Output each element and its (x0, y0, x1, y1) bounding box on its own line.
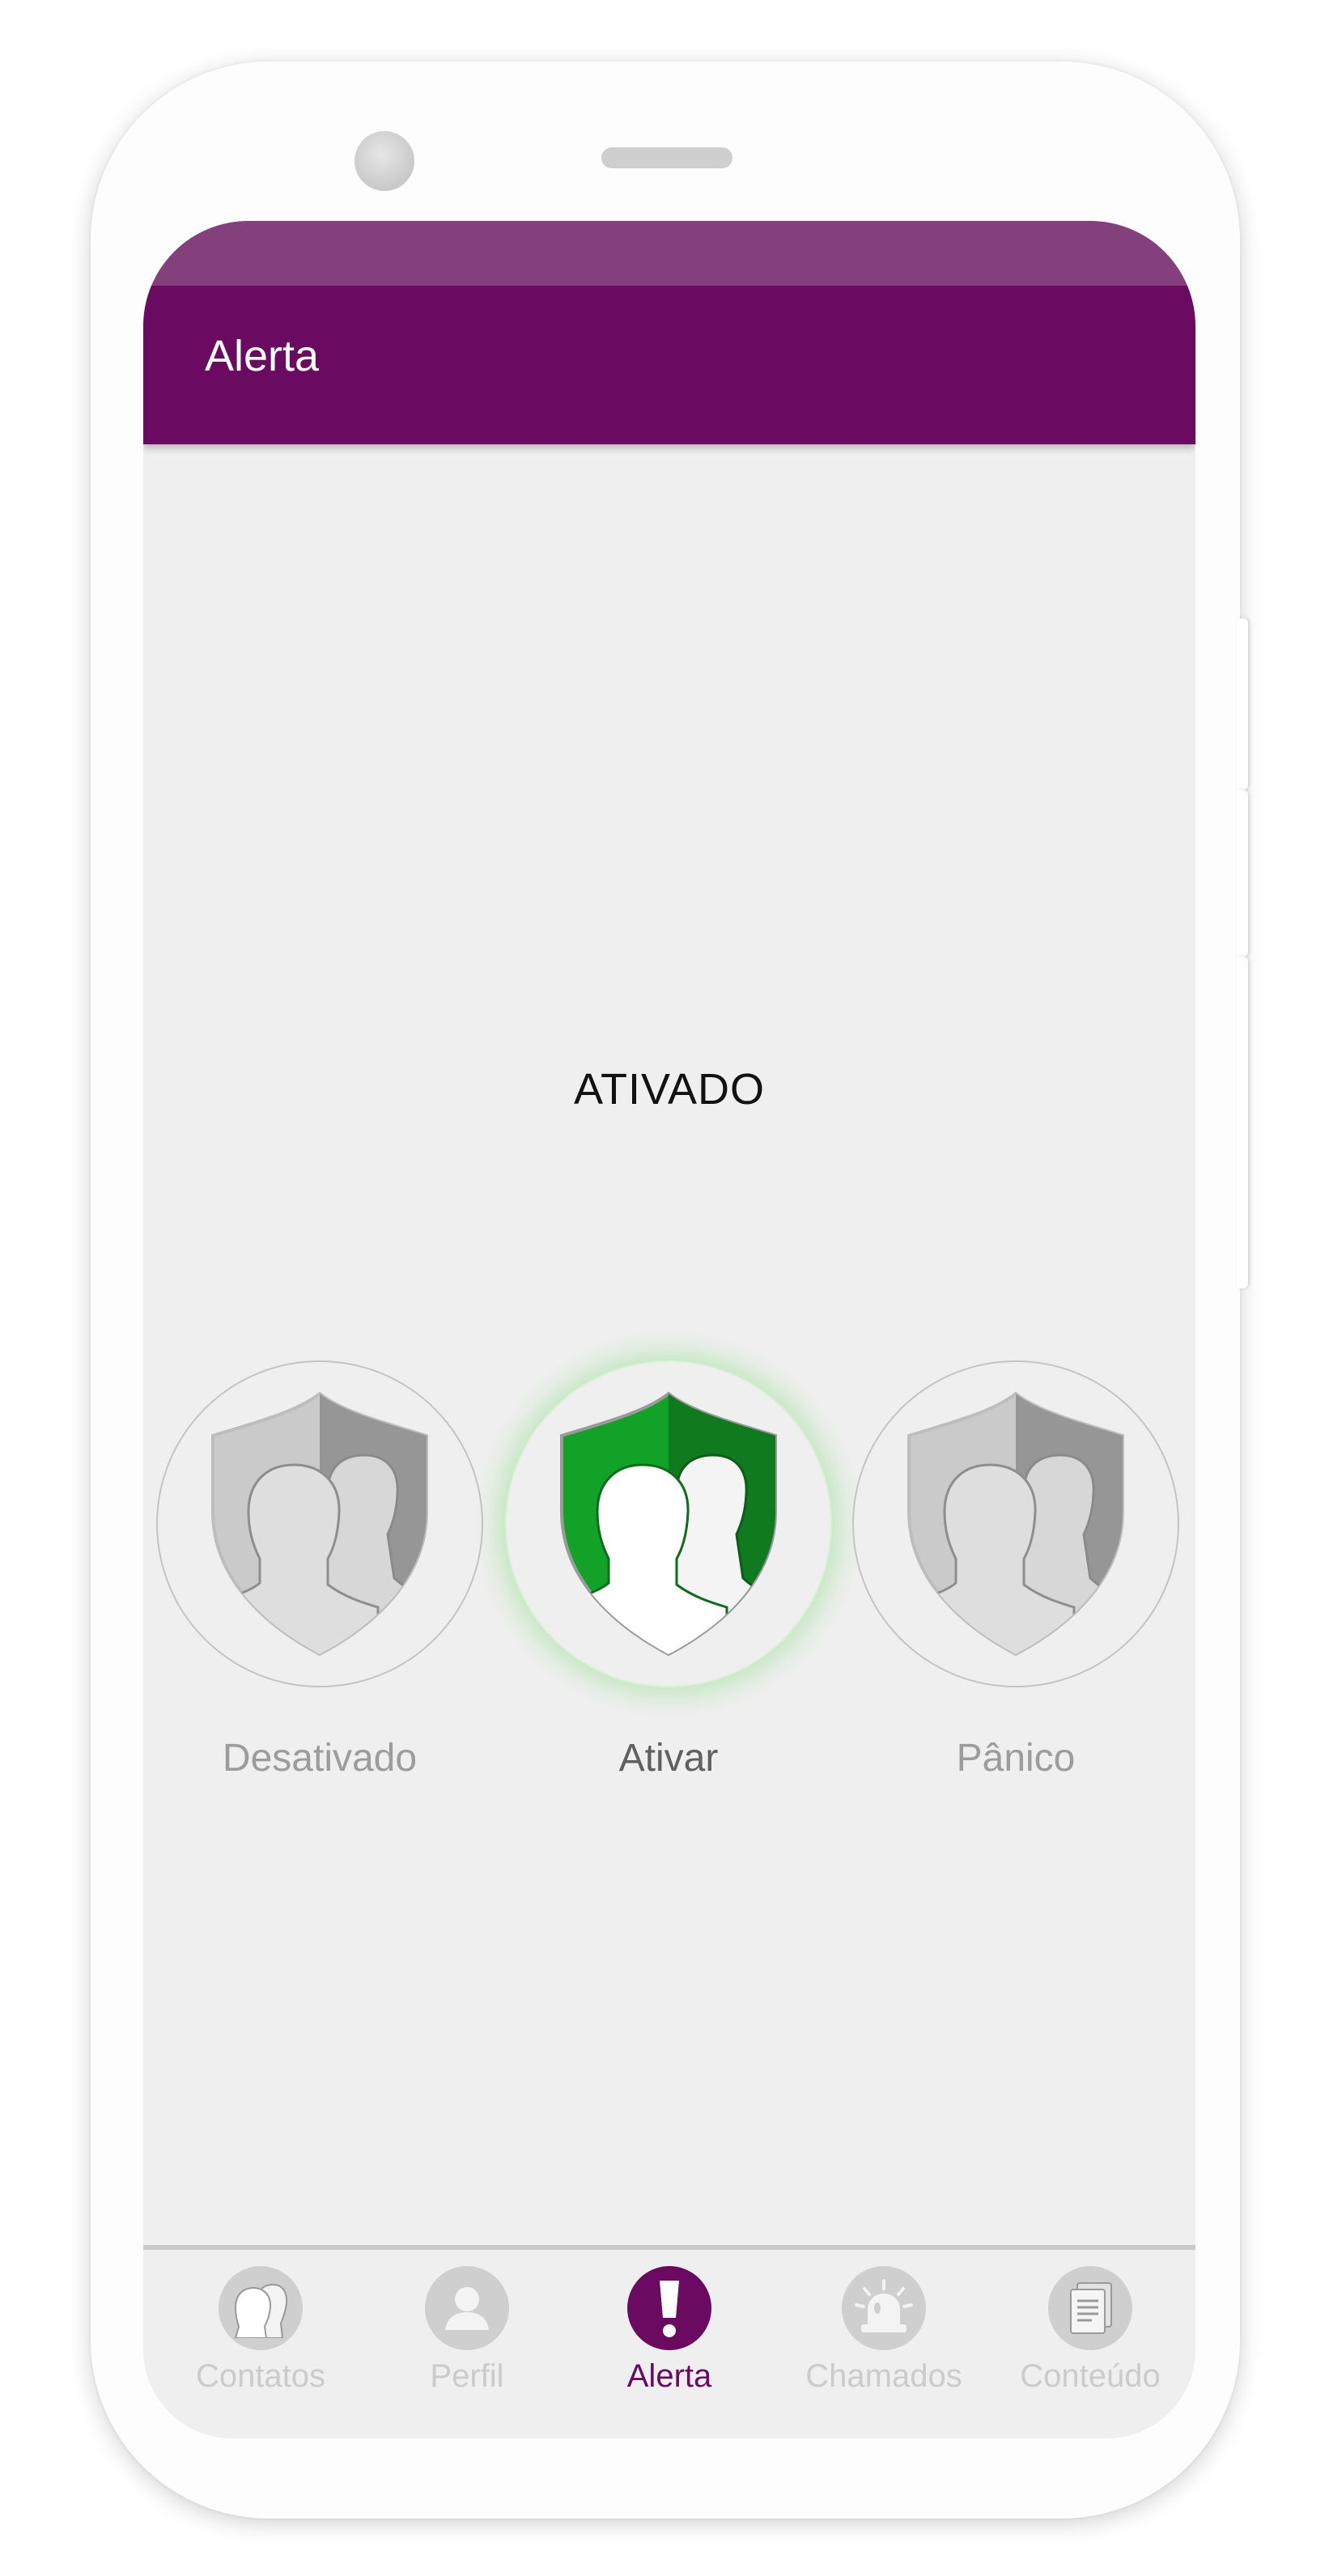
mode-ativar-button[interactable]: Ativar (505, 1360, 832, 1780)
mode-label: Ativar (618, 1737, 719, 1780)
nav-label: Alerta (626, 2358, 712, 2394)
mode-label: Pânico (956, 1737, 1076, 1780)
phone-frame: Alerta ATIVADO Desativado Ativar Pânico … (91, 62, 1248, 2519)
nav-item-alerta[interactable]: Alerta (564, 2266, 775, 2395)
app-screen: Alerta ATIVADO Desativado Ativar Pânico … (143, 221, 1195, 2438)
contacts-icon (219, 2266, 303, 2350)
shield-people-icon (560, 1391, 777, 1657)
nav-item-contatos[interactable]: Contatos (155, 2266, 366, 2395)
mode-desativado-button[interactable]: Desativado (156, 1360, 483, 1780)
shield-people-icon (907, 1391, 1124, 1657)
mode-circle (505, 1360, 832, 1687)
side-button (1237, 618, 1248, 790)
nav-label: Contatos (195, 2358, 326, 2394)
side-button (1237, 957, 1248, 1288)
app-bar: Alerta (143, 286, 1195, 444)
alert-icon (627, 2266, 711, 2350)
bottom-navigation: Contatos Perfil Alerta Chamados Conteúdo (143, 2245, 1195, 2438)
siren-icon (842, 2266, 926, 2350)
profile-icon (425, 2266, 509, 2350)
documents-icon (1048, 2266, 1132, 2350)
mode-circle (156, 1360, 483, 1687)
nav-item-chamados[interactable]: Chamados (779, 2266, 989, 2395)
side-button (1237, 790, 1248, 957)
nav-label: Conteúdo (1020, 2358, 1161, 2394)
mode-panico-button[interactable]: Pânico (852, 1360, 1179, 1780)
nav-label: Perfil (430, 2358, 504, 2394)
front-camera (355, 131, 414, 191)
alert-status-text: ATIVADO (573, 1065, 766, 1114)
nav-item-perfil[interactable]: Perfil (362, 2266, 572, 2395)
alert-content: ATIVADO Desativado Ativar Pânico (143, 444, 1195, 2245)
nav-item-conteudo[interactable]: Conteúdo (985, 2266, 1195, 2395)
shield-people-icon (211, 1391, 428, 1657)
mode-circle (852, 1360, 1179, 1687)
status-bar (143, 221, 1195, 286)
page-title: Alerta (205, 332, 320, 380)
earpiece-speaker (601, 147, 732, 168)
nav-label: Chamados (805, 2358, 962, 2394)
mode-label: Desativado (222, 1737, 418, 1780)
